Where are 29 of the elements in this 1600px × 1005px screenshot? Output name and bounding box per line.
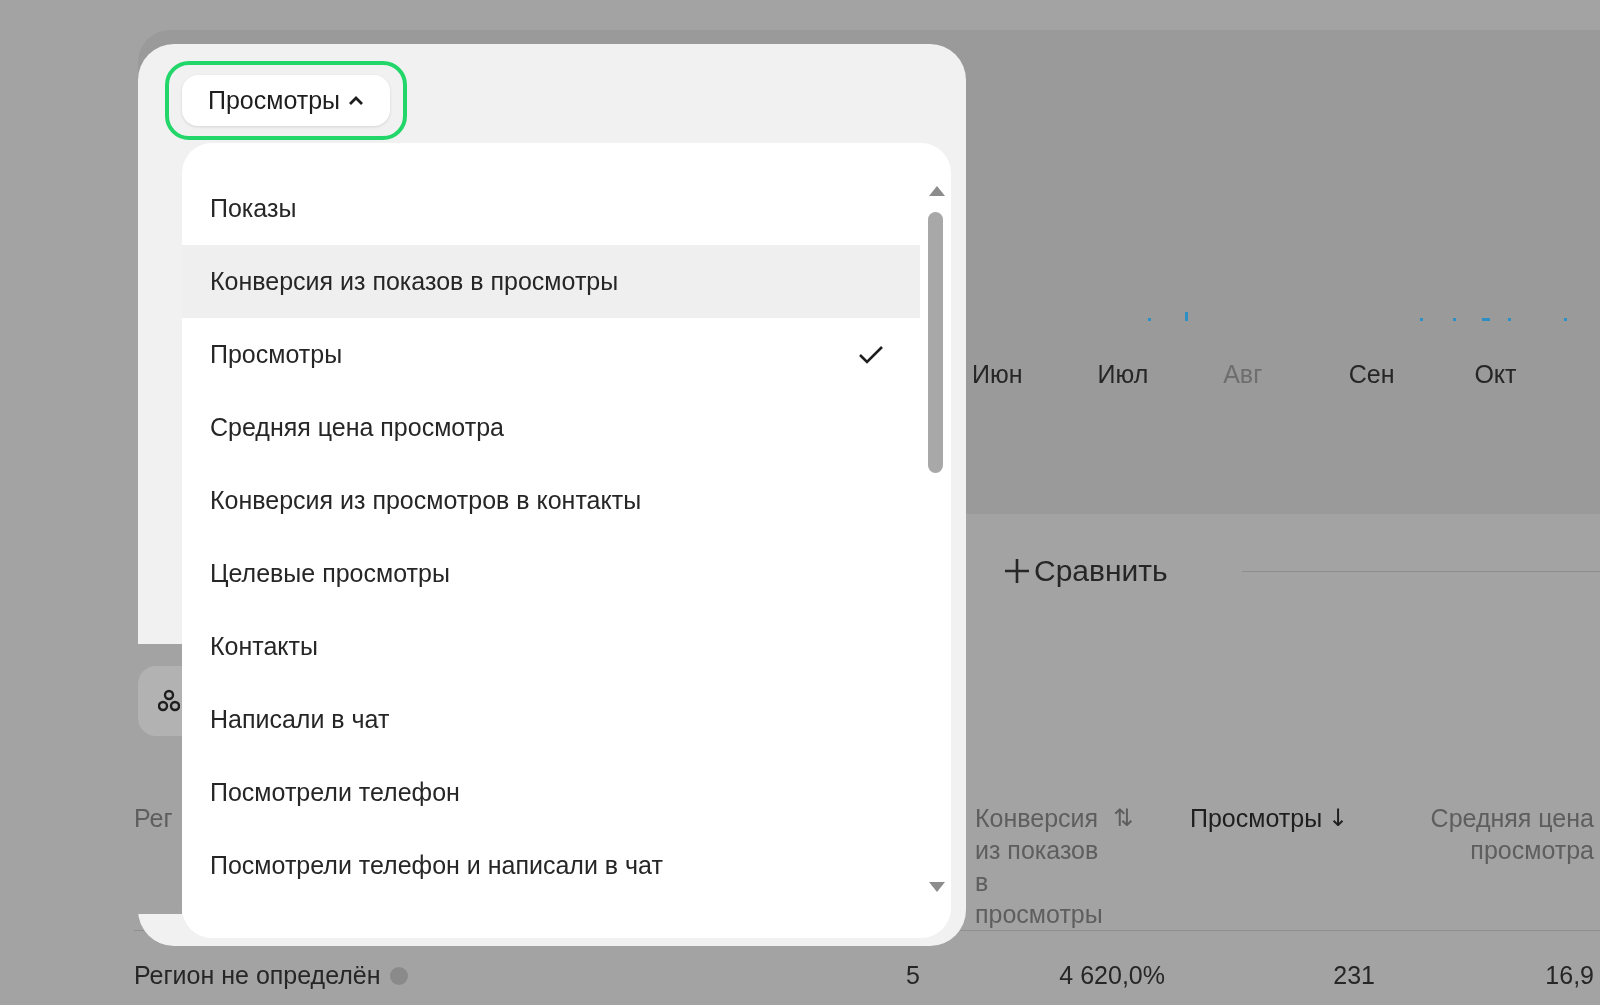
month-label: Сен [1348, 360, 1396, 389]
menu-item[interactable]: Конверсия из просмотров в контакты [182, 464, 920, 537]
table-cell-text: 5 [905, 961, 920, 990]
plus-icon [1004, 558, 1030, 584]
scroll-up-icon[interactable] [929, 186, 945, 196]
table-cell: Регион не определён [134, 961, 381, 990]
menu-item[interactable]: Написали в чат [182, 683, 920, 756]
table-cell-text: 231 [1332, 961, 1375, 990]
menu-item[interactable]: Контакты [182, 610, 920, 683]
menu-item[interactable]: Показы [182, 172, 920, 245]
menu-item[interactable]: Просмотры [182, 318, 920, 391]
menu-item[interactable]: Посмотрели телефон и написали в чат [182, 829, 920, 902]
scrollbar-thumb[interactable] [928, 212, 943, 473]
menu-item[interactable]: Целевые просмотры [182, 537, 920, 610]
month-label: Июл [1097, 360, 1150, 389]
sort-icon[interactable]: ↓ [1328, 802, 1349, 834]
column-header[interactable]: Просмотры [1190, 802, 1322, 834]
scroll-down-icon[interactable] [929, 882, 945, 892]
chevron-up-icon [348, 95, 365, 106]
menu-item[interactable]: Средняя цена просмотра [182, 391, 920, 464]
menu-item[interactable]: Конверсия из показов в просмотры [182, 245, 920, 318]
menu-item[interactable]: Посмотрели телефон [182, 756, 920, 829]
table-cell-text: 4 620,0% [1058, 961, 1165, 990]
month-label: Окт [1474, 360, 1518, 389]
metric-dropdown[interactable]: Просмотры [182, 75, 390, 126]
circles-icon [158, 689, 180, 713]
compare-button[interactable]: Сравнить [1004, 554, 1168, 588]
table-cell-text: 16,9 [1544, 961, 1594, 990]
month-label: Июн [972, 360, 1024, 389]
